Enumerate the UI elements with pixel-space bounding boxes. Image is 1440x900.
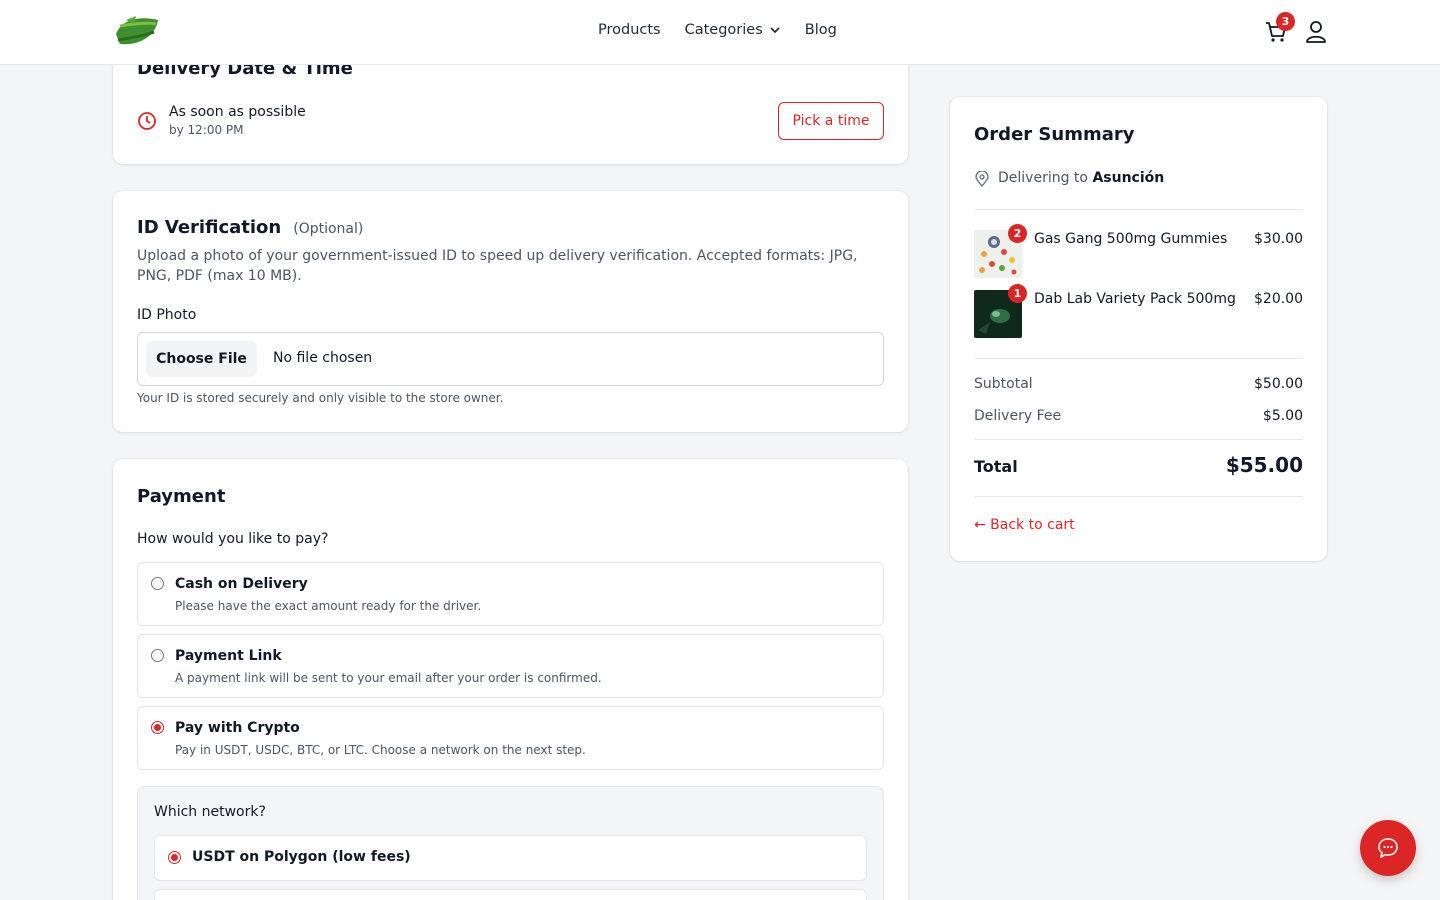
delivery-fee-label: Delivery Fee: [974, 408, 1062, 424]
payment-card: Payment How would you like to pay? Cash …: [113, 459, 908, 900]
option-description: A payment link will be sent to your emai…: [175, 671, 602, 685]
item-price: $20.00: [1254, 291, 1303, 307]
site-header: Products Categories Blog 3: [0, 0, 1440, 65]
option-title: Pay with Crypto: [175, 720, 300, 736]
nav-blog[interactable]: Blog: [805, 22, 837, 38]
id-security-note: Your ID is stored securely and only visi…: [137, 391, 504, 405]
main-nav: Products Categories Blog: [598, 22, 861, 38]
delivery-by-time: by 12:00 PM: [169, 123, 244, 137]
clock-icon: [138, 112, 156, 130]
delivering-to: Delivering to Asunción: [998, 170, 1164, 186]
id-photo-file-input[interactable]: Choose File No file chosen: [137, 332, 884, 386]
chat-button[interactable]: [1360, 820, 1416, 876]
location-pin-icon: [975, 171, 989, 187]
order-summary-card: Order Summary Delivering to Asunción 2 G…: [950, 97, 1327, 561]
nav-categories-label: Categories: [684, 22, 763, 38]
option-title: Cash on Delivery: [175, 576, 308, 592]
delivery-city: Asunción: [1092, 170, 1165, 186]
radio-usdt-polygon[interactable]: [168, 851, 181, 864]
radio-cash[interactable]: [151, 577, 164, 590]
divider: [974, 496, 1303, 497]
id-verification-card: ID Verification (Optional) Upload a phot…: [113, 191, 908, 432]
delivery-fee-value: $5.00: [1262, 408, 1303, 424]
option-description: Please have the exact amount ready for t…: [175, 599, 482, 613]
cart-count-badge: 3: [1276, 12, 1295, 31]
network-option-title: USDT on Polygon (low fees): [192, 849, 411, 865]
payment-option-cash[interactable]: Cash on Delivery Please have the exact a…: [137, 562, 884, 626]
verde-ruta-logo[interactable]: [112, 14, 162, 50]
quantity-badge: 2: [1008, 224, 1027, 243]
user-account-icon[interactable]: [1305, 20, 1327, 44]
crypto-network-panel: Which network? USDT on Polygon (low fees…: [137, 786, 884, 900]
quantity-badge: 1: [1008, 284, 1027, 303]
payment-option-link[interactable]: Payment Link A payment link will be sent…: [137, 634, 884, 698]
network-option-next[interactable]: [154, 889, 867, 900]
payment-question: How would you like to pay?: [137, 531, 329, 547]
item-name: Dab Lab Variety Pack 500mg: [1034, 291, 1236, 307]
pick-time-button[interactable]: Pick a time: [778, 102, 884, 140]
network-option-usdt-polygon[interactable]: USDT on Polygon (low fees): [154, 835, 867, 881]
payment-option-crypto[interactable]: Pay with Crypto Pay in USDT, USDC, BTC, …: [137, 706, 884, 770]
id-verification-title: ID Verification: [137, 217, 282, 238]
divider: [974, 209, 1303, 210]
radio-payment-link[interactable]: [151, 649, 164, 662]
id-verification-heading: ID Verification (Optional): [137, 217, 363, 238]
item-name: Gas Gang 500mg Gummies: [1034, 231, 1228, 247]
back-to-cart-link[interactable]: ← Back to cart: [974, 517, 1075, 533]
radio-crypto[interactable]: [151, 721, 164, 734]
subtotal-value: $50.00: [1254, 376, 1303, 392]
choose-file-button[interactable]: Choose File: [146, 341, 257, 377]
option-description: Pay in USDT, USDC, BTC, or LTC. Choose a…: [175, 743, 586, 757]
id-photo-label: ID Photo: [137, 307, 197, 323]
order-summary-title: Order Summary: [974, 124, 1135, 145]
nav-products[interactable]: Products: [598, 22, 661, 38]
delivering-prefix: Delivering to: [998, 170, 1088, 186]
item-price: $30.00: [1254, 231, 1303, 247]
total-value: $55.00: [1225, 453, 1303, 477]
divider: [974, 358, 1303, 359]
delivery-asap: As soon as possible: [169, 104, 306, 120]
chat-bubble-icon: [1378, 838, 1398, 858]
divider: [974, 439, 1303, 440]
chevron-down-icon: [770, 27, 780, 34]
payment-title: Payment: [137, 486, 226, 507]
nav-categories[interactable]: Categories: [685, 22, 781, 38]
file-status: No file chosen: [273, 350, 373, 366]
subtotal-label: Subtotal: [974, 376, 1033, 392]
network-question: Which network?: [154, 804, 266, 820]
option-title: Payment Link: [175, 648, 282, 664]
total-label: Total: [974, 457, 1018, 476]
optional-label: (Optional): [293, 221, 364, 237]
id-verification-description: Upload a photo of your government-issued…: [137, 248, 858, 284]
